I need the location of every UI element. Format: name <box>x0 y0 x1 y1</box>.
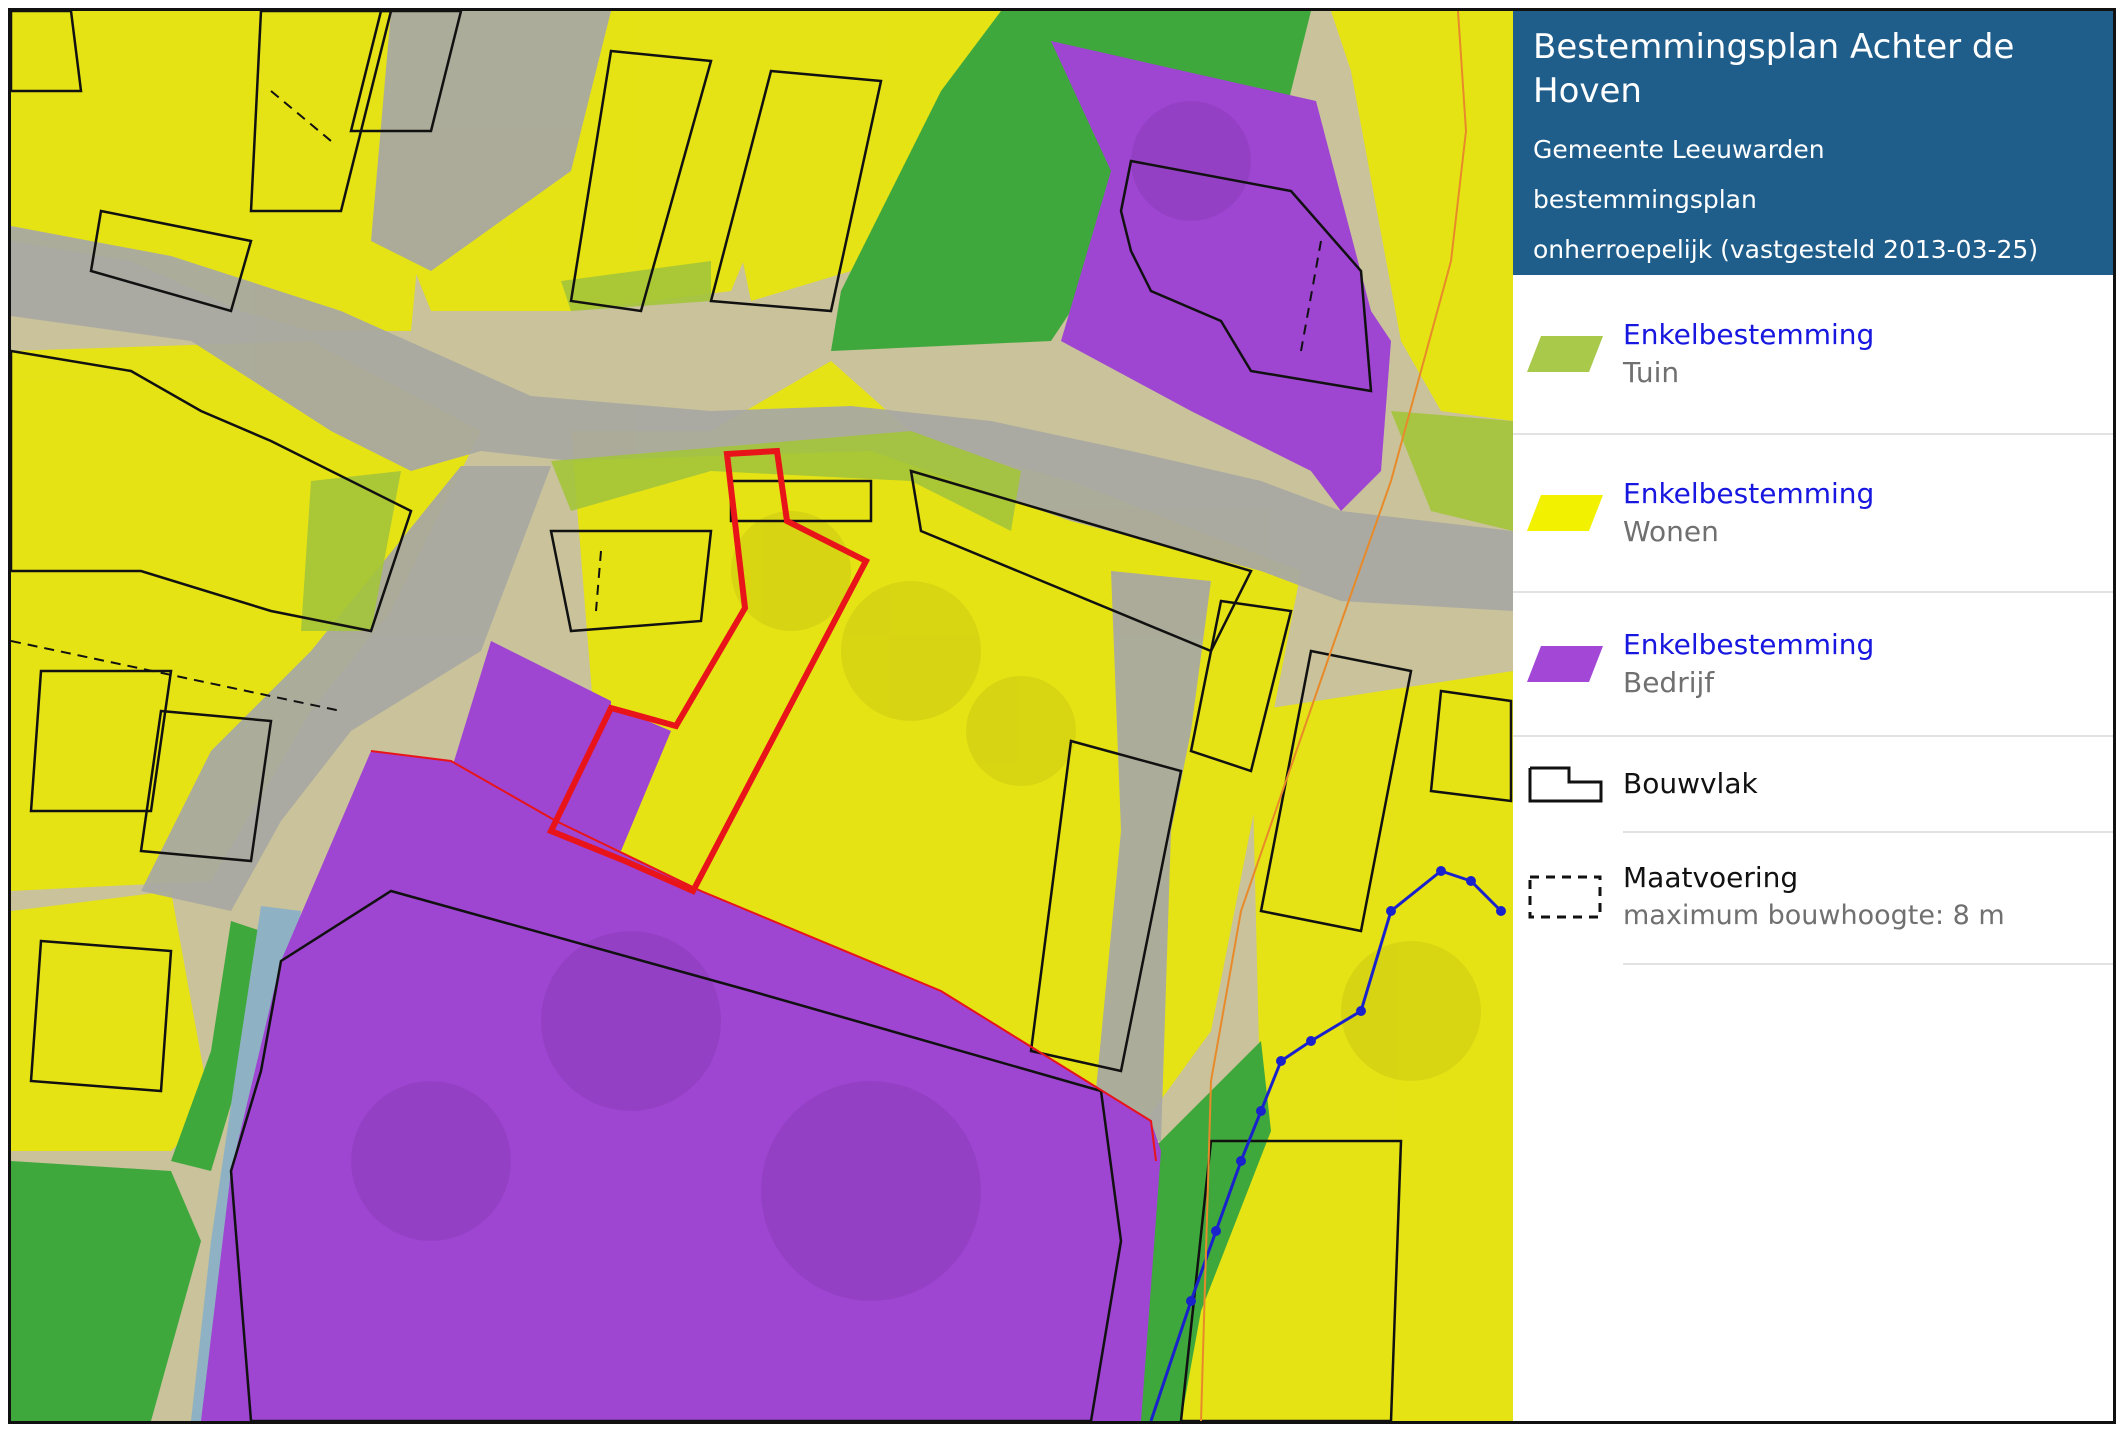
legend-wonen-name: Wonen <box>1623 515 1719 548</box>
plan-header: Bestemmingsplan Achter de Hoven Gemeente… <box>1513 11 2113 275</box>
legend-item-tuin[interactable]: Enkelbestemming Tuin <box>1513 275 2113 435</box>
info-panel: Bestemmingsplan Achter de Hoven Gemeente… <box>1513 11 2113 1421</box>
plan-type: bestemmingsplan <box>1533 185 1757 214</box>
map-canvas[interactable] <box>11 11 1513 1421</box>
legend-item-maatvoering: Maatvoering maximum bouwhoogte: 8 m <box>1513 831 2113 965</box>
legend-bedrijf-name: Bedrijf <box>1623 666 1715 699</box>
plan-title: Bestemmingsplan Achter de Hoven <box>1533 27 2015 111</box>
legend-item-wonen[interactable]: Enkelbestemming Wonen <box>1513 435 2113 593</box>
map-legend: Enkelbestemming Tuin Enkelbestemming Won… <box>1513 275 2113 965</box>
legend-maatvoering-detail: maximum bouwhoogte: 8 m <box>1623 900 2005 931</box>
bouwvlak-icon <box>1528 766 1603 803</box>
swatch-tuin-icon <box>1527 336 1603 372</box>
legend-wonen-type[interactable]: Enkelbestemming <box>1623 475 1874 513</box>
legend-maatvoering-label: Maatvoering <box>1623 861 1799 894</box>
legend-bedrijf-type[interactable]: Enkelbestemming <box>1623 626 1874 664</box>
maatvoering-icon <box>1528 875 1602 919</box>
legend-item-bouwvlak: Bouwvlak <box>1513 737 2113 833</box>
legend-item-bedrijf[interactable]: Enkelbestemming Bedrijf <box>1513 593 2113 737</box>
swatch-wonen-icon <box>1527 495 1603 531</box>
legend-tuin-name: Tuin <box>1623 356 1680 389</box>
legend-divider <box>1623 963 2113 965</box>
legend-bouwvlak-label: Bouwvlak <box>1623 767 1758 800</box>
plan-municipality: Gemeente Leeuwarden <box>1533 135 1825 164</box>
swatch-bedrijf-icon <box>1527 646 1603 682</box>
map-viewer: Bestemmingsplan Achter de Hoven Gemeente… <box>8 8 2116 1424</box>
plan-status: onherroepelijk (vastgesteld 2013-03-25) <box>1533 235 2039 264</box>
legend-tuin-type[interactable]: Enkelbestemming <box>1623 316 1874 354</box>
